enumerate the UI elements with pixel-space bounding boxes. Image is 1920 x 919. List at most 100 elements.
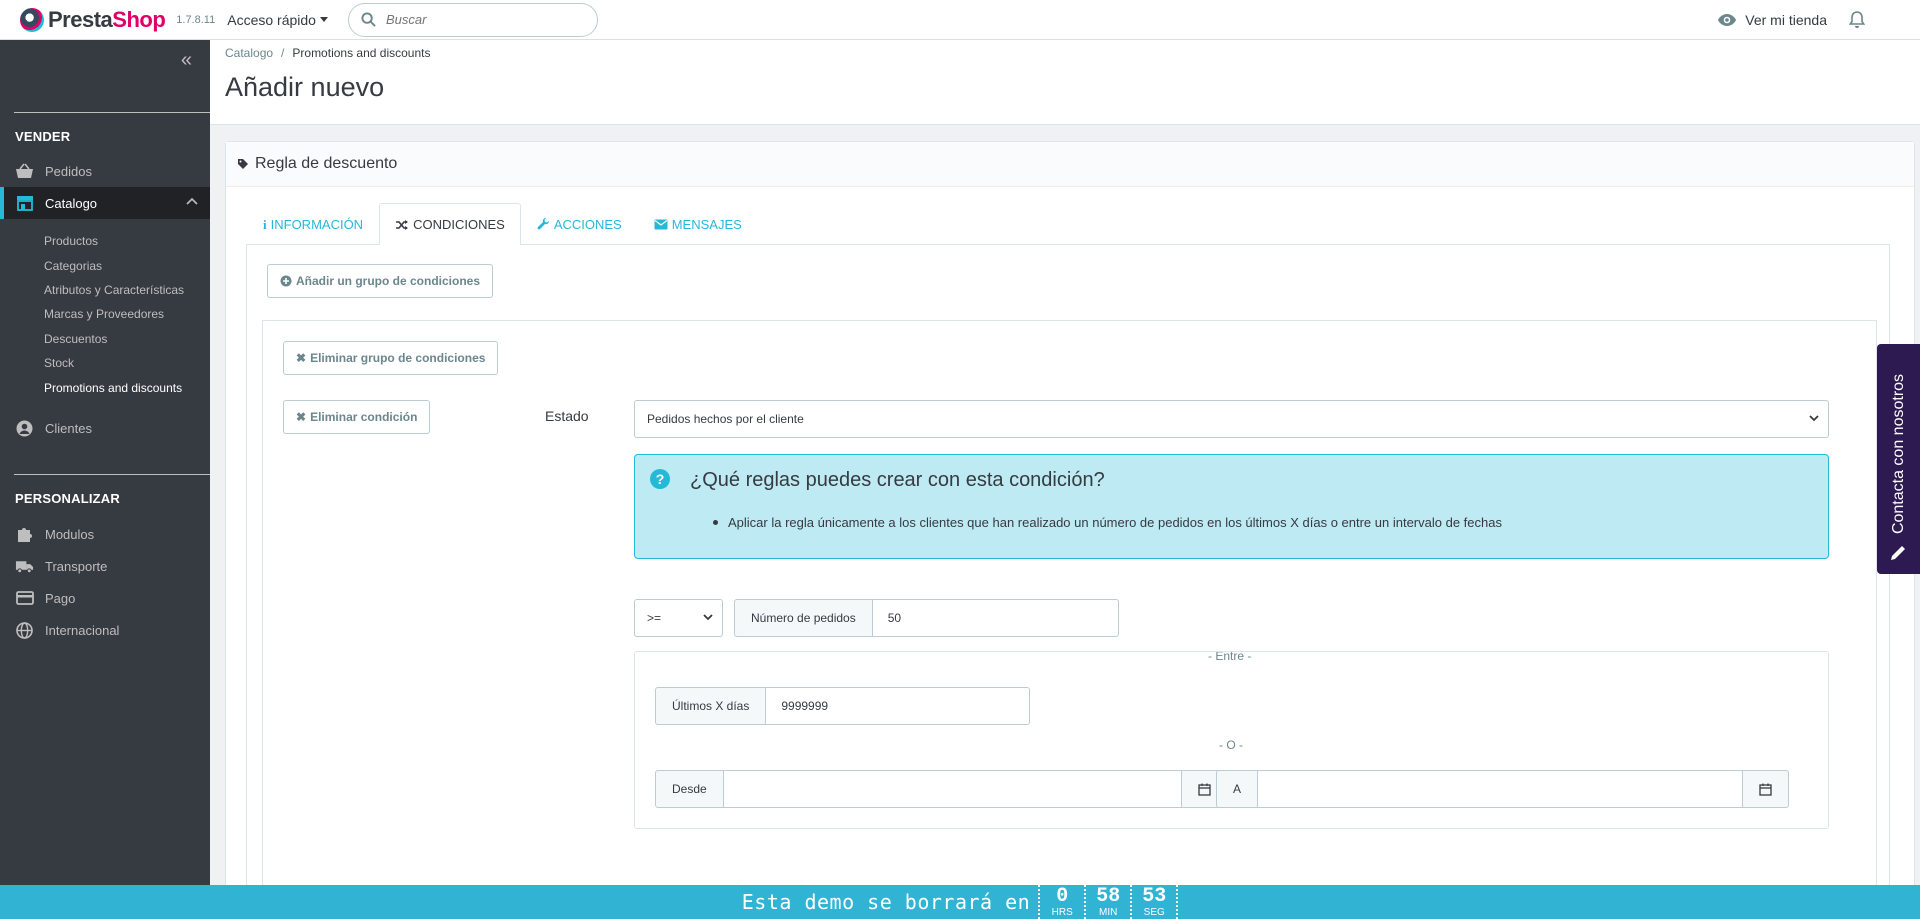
wrench-icon — [537, 218, 549, 230]
last-days-group: Últimos X días 9999999 — [655, 687, 1031, 725]
breadcrumb-parent[interactable]: Catalogo — [225, 46, 273, 60]
sidebar-item-customers[interactable]: Clientes — [0, 412, 210, 444]
demo-countdown-text: Esta demo se borrará en — [741, 890, 1031, 914]
countdown-hours-unit: HRS — [1051, 906, 1073, 918]
sidebar-item-label: Clientes — [45, 420, 92, 436]
view-store-label: Ver mi tienda — [1745, 12, 1827, 28]
condition-type-value: Pedidos hechos por el cliente — [647, 412, 804, 426]
tab-messages[interactable]: MENSAJES — [638, 203, 758, 245]
condition-group: ✖ Eliminar grupo de condiciones ✖ Elimin… — [262, 320, 1877, 919]
button-label: Añadir un grupo de condiciones — [296, 274, 481, 288]
sidebar-subitem-brands[interactable]: Marcas y Proveedores — [44, 307, 164, 321]
sidebar-subitem-categories[interactable]: Categorias — [44, 259, 102, 273]
caret-down-icon — [319, 17, 328, 22]
state-label: Estado — [545, 408, 589, 424]
sidebar-item-label: Pago — [45, 590, 76, 606]
calendar-icon — [1198, 783, 1211, 796]
quick-access-dropdown[interactable]: Acceso rápido — [227, 12, 328, 28]
conditions-tab-content: Añadir un grupo de condiciones ✖ Elimina… — [246, 244, 1890, 919]
credit-card-icon — [15, 589, 34, 608]
page-header: Catalogo / Promotions and discounts Añad… — [210, 40, 1920, 125]
to-date-calendar-button[interactable] — [1743, 770, 1790, 808]
sidebar-item-label: Modulos — [45, 526, 95, 542]
condition-type-select[interactable]: Pedidos hechos por el cliente — [634, 400, 1829, 438]
sidebar-section-customize: PERSONALIZAR — [15, 491, 120, 506]
panel-title: Regla de descuento — [255, 155, 398, 172]
tab-label: INFORMACIÓN — [270, 217, 364, 232]
page-title: Añadir nuevo — [225, 72, 385, 102]
tab-information[interactable]: i INFORMACIÓN — [247, 203, 379, 245]
search-box[interactable] — [347, 2, 598, 37]
help-alert-item: Aplicar la regla únicamente a los client… — [713, 515, 1502, 530]
close-icon: ✖ — [296, 410, 307, 424]
sidebar-item-modules[interactable]: Modulos — [0, 518, 210, 550]
sidebar-item-transport[interactable]: Transporte — [0, 550, 210, 582]
countdown-hours: 0 HRS — [1040, 885, 1087, 919]
sidebar-item-catalog[interactable]: Catalogo — [0, 187, 210, 219]
countdown-minutes-unit: MIN — [1099, 906, 1118, 918]
orders-count-label: Número de pedidos — [734, 599, 873, 637]
search-input[interactable] — [385, 12, 576, 27]
from-date-input[interactable] — [723, 770, 1182, 808]
sidebar-subitem-products[interactable]: Productos — [44, 234, 98, 248]
to-date-input[interactable] — [1258, 770, 1744, 808]
quick-access-label: Acceso rápido — [227, 11, 316, 28]
countdown-timer: 0 HRS 58 MIN 53 SEG — [1038, 884, 1179, 919]
globe-icon — [15, 621, 34, 640]
tab-label: MENSAJES — [671, 217, 742, 232]
from-date-label: Desde — [655, 770, 724, 808]
breadcrumb: Catalogo / Promotions and discounts — [225, 46, 430, 60]
discount-rule-panel: Regla de descuento i INFORMACIÓN CONDICI… — [225, 141, 1915, 919]
tab-bar: i INFORMACIÓN CONDICIONES ACCIONES MENSA… — [247, 203, 758, 245]
store-icon — [15, 194, 34, 213]
tag-icon — [238, 159, 248, 169]
operator-select[interactable]: >= — [634, 599, 723, 637]
calendar-icon — [1759, 783, 1772, 796]
sidebar-subitem-discounts[interactable]: Descuentos — [44, 332, 107, 346]
from-date-group: Desde — [655, 770, 1228, 808]
eye-icon — [1718, 14, 1737, 26]
sidebar-subitem-attributes[interactable]: Atributos y Características — [44, 283, 184, 297]
button-label: Eliminar grupo de condiciones — [310, 351, 486, 365]
or-label: - O - — [1219, 738, 1243, 752]
countdown-minutes-value: 58 — [1096, 884, 1121, 908]
add-condition-group-button[interactable]: Añadir un grupo de condiciones — [267, 264, 494, 298]
help-alert-item-text: Aplicar la regla únicamente a los client… — [728, 515, 1502, 530]
to-date-group: A — [1216, 770, 1790, 808]
logo-text: PrestaShop — [48, 6, 166, 32]
truck-icon — [15, 557, 34, 576]
view-store-link[interactable]: Ver mi tienda — [1717, 12, 1827, 28]
sidebar-item-payment[interactable]: Pago — [0, 582, 210, 614]
search-icon — [361, 12, 376, 27]
sidebar-subitem-stock[interactable]: Stock — [44, 356, 74, 370]
sidebar-divider — [14, 474, 210, 475]
sidebar: « VENDER Pedidos Catalogo Productos Cate… — [0, 40, 210, 919]
tab-actions[interactable]: ACCIONES — [521, 203, 638, 245]
info-icon: i — [263, 216, 267, 232]
prestashop-logo[interactable]: PrestaShop — [20, 6, 166, 33]
tab-label: ACCIONES — [553, 217, 622, 232]
tab-label: CONDICIONES — [413, 217, 505, 232]
puzzle-icon — [15, 525, 34, 544]
collapse-sidebar-icon[interactable]: « — [181, 50, 192, 70]
last-days-input[interactable]: 9999999 — [766, 687, 1031, 725]
sidebar-subitem-promotions[interactable]: Promotions and discounts — [44, 381, 182, 395]
sidebar-item-label: Pedidos — [45, 163, 92, 179]
remove-condition-group-button[interactable]: ✖ Eliminar grupo de condiciones — [283, 341, 499, 375]
countdown-seconds-value: 53 — [1142, 884, 1167, 908]
sidebar-item-international[interactable]: Internacional — [0, 614, 210, 646]
tab-conditions[interactable]: CONDICIONES — [379, 203, 521, 245]
sidebar-item-label: Catalogo — [45, 195, 98, 211]
bullet-icon — [713, 520, 718, 525]
to-date-label: A — [1216, 770, 1259, 808]
remove-condition-button[interactable]: ✖ Eliminar condición — [283, 400, 431, 434]
bell-icon[interactable] — [1849, 11, 1865, 29]
orders-count-input[interactable]: 50 — [872, 599, 1119, 637]
sidebar-item-orders[interactable]: Pedidos — [0, 155, 210, 187]
countdown-minutes: 58 MIN — [1086, 884, 1133, 919]
contact-us-tab[interactable]: Contacta con nosotros — [1877, 344, 1920, 574]
sidebar-divider — [14, 112, 210, 113]
panel-heading: Regla de descuento — [226, 142, 1914, 187]
demo-countdown-bar: Esta demo se borrará en 0 HRS 58 MIN 53 … — [0, 885, 1920, 919]
chevron-down-icon — [703, 614, 713, 621]
